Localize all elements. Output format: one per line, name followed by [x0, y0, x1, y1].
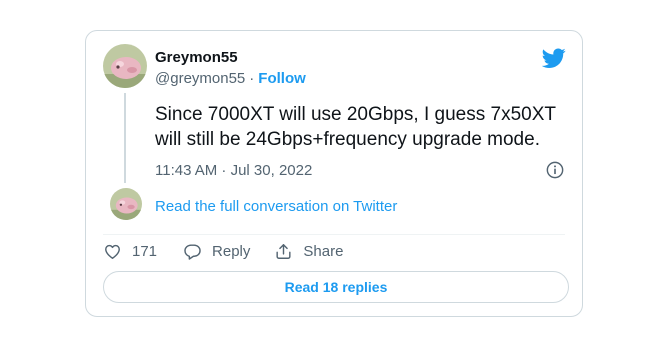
avatar-image	[110, 188, 142, 220]
read-full-conversation-link[interactable]: Read the full conversation on Twitter	[155, 198, 397, 215]
share-icon	[276, 243, 291, 259]
separator-dot: ·	[249, 70, 255, 87]
twitter-bird-icon[interactable]	[542, 46, 566, 70]
tweet-timestamp[interactable]: 11:43 AM · Jul 30, 2022	[155, 162, 312, 179]
info-icon[interactable]	[546, 161, 564, 179]
like-button[interactable]: 171	[103, 242, 157, 261]
author-handle[interactable]: @greymon55	[155, 70, 245, 87]
viewer-avatar	[110, 188, 142, 220]
thread-line	[124, 93, 126, 183]
read-replies-button[interactable]: Read 18 replies	[103, 271, 569, 303]
heart-icon	[105, 244, 120, 259]
share-label: Share	[303, 242, 344, 260]
follow-button[interactable]: Follow	[258, 70, 306, 87]
embedded-tweet-card: Greymon55 @greymon55 · Follow Since 7000XT…	[85, 30, 583, 317]
share-button[interactable]: Share	[274, 242, 343, 261]
divider	[103, 234, 565, 235]
tweet-actions: 171 Reply Share	[103, 240, 343, 262]
reply-button[interactable]: Reply	[183, 242, 250, 261]
avatar-image	[103, 44, 147, 88]
author-handle-row: @greymon55 · Follow	[155, 70, 306, 87]
reply-label: Reply	[212, 242, 251, 260]
like-count: 171	[132, 242, 158, 260]
author-name[interactable]: Greymon55	[155, 49, 238, 66]
reply-icon	[184, 243, 201, 260]
author-avatar[interactable]	[103, 44, 147, 88]
tweet-text: Since 7000XT will use 20Gbps, I guess 7x…	[155, 104, 556, 150]
